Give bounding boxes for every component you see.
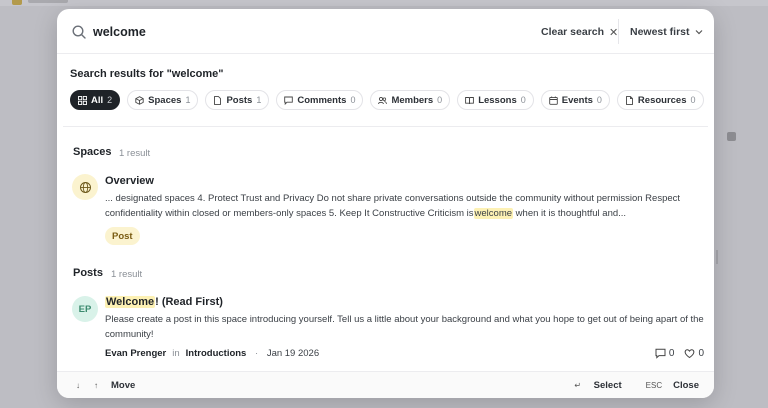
move-hint: ↓ ↑ Move [71,378,135,392]
toolbar-divider [618,19,619,44]
post-reactions: 0 0 [655,348,704,359]
background-icon [727,132,736,141]
filter-label: Posts [226,94,253,106]
esc-key: ESC [645,380,663,390]
move-label: Move [111,379,136,391]
comment-count[interactable]: 0 [655,348,675,359]
section-count-posts: 1 result [111,269,143,280]
book-icon [465,96,475,104]
cube-icon [135,95,144,105]
arrow-down-icon: ↓ [76,380,80,390]
filter-members[interactable]: Members 0 [370,90,451,110]
search-input[interactable] [93,22,393,42]
filter-count: 2 [107,95,113,105]
background-title [28,0,68,3]
grid-icon [78,95,87,105]
filter-label: Spaces [148,94,182,106]
clear-search-label: Clear search [541,26,605,38]
close-label: Close [673,379,699,391]
filter-all[interactable]: All 2 [70,90,121,110]
search-highlight: welcome [473,208,514,219]
author-name[interactable]: Evan Prenger [105,348,166,359]
comment-icon [284,96,294,105]
result-title: Overview [105,175,154,187]
filter-count: 0 [437,95,443,105]
avatar: EP [72,296,98,322]
filter-label: Events [561,94,593,106]
filter-tabs: All 2 Spaces 1 Posts 1 Comments 0 Member… [70,90,704,110]
filter-comments[interactable]: Comments 0 [276,90,364,110]
result-title: Welcome! (Read First) [105,296,223,308]
sort-label: Newest first [630,26,690,38]
like-count[interactable]: 0 [684,348,704,359]
filter-count: 0 [350,95,356,105]
filter-spaces[interactable]: Spaces 1 [127,90,199,110]
filter-count: 0 [520,95,526,105]
globe-icon-glyph [79,181,91,193]
action-hints: ↵ Select ESC Close [571,378,699,392]
select-label: Select [593,379,622,391]
like-count-value: 0 [698,348,704,359]
arrow-up-icon: ↑ [94,380,98,390]
result-snippet: ... designated spaces 4. Protect Trust a… [105,191,705,221]
close-icon: ✕ [609,26,619,39]
results-list: Spaces 1 result Overview ... designated … [63,126,708,366]
filter-posts[interactable]: Posts 1 [205,90,270,110]
section-title-spaces: Spaces [73,146,112,158]
results-heading: Search results for "welcome" [70,68,224,80]
chevron-down-icon [695,30,702,35]
meta-separator: · [252,348,261,359]
filter-label: All [91,94,104,106]
background-logo [12,0,22,5]
in-label: in [172,348,180,359]
section-title-posts: Posts [73,267,103,279]
space-link[interactable]: Introductions [186,348,247,359]
title-rest: ! (Read First) [155,296,223,308]
sort-dropdown[interactable]: Newest first [630,23,703,41]
heart-icon [685,349,695,359]
search-modal: Clear search ✕ Newest first Search resul… [57,9,714,398]
filter-events[interactable]: Events 0 [540,90,610,110]
search-highlight: Welcome [105,296,156,308]
calendar-icon [548,96,558,105]
keyboard-hints: ↓ ↑ Move ↵ Select ESC Close [57,371,714,398]
section-count-spaces: 1 result [119,148,151,159]
globe-icon [72,174,98,200]
post-tag: Post [105,227,140,245]
result-snippet: Please create a post in this space intro… [105,314,704,340]
members-icon [378,96,388,104]
post-date: Jan 19 2026 [266,348,320,359]
background-divider [716,250,718,264]
post-meta: Evan Prenger in Introductions · Jan 19 2… [105,348,319,359]
search-icon [72,25,86,39]
file-icon [625,95,633,105]
filter-resources[interactable]: Resources 0 [616,90,704,110]
clear-search-button[interactable]: Clear search ✕ [541,23,618,41]
search-bar: Clear search ✕ Newest first [57,9,714,54]
enter-key-icon: ↵ [574,380,582,390]
filter-label: Members [391,94,434,106]
snippet-text: when it is thoughtful and... [513,208,627,219]
filter-label: Lessons [478,94,517,106]
filter-count: 0 [690,95,696,105]
comment-count-value: 0 [668,348,675,359]
filter-lessons[interactable]: Lessons 0 [457,90,534,110]
filter-count: 1 [256,95,262,105]
document-icon [214,95,222,105]
filter-label: Resources [637,94,687,106]
comment-icon [655,348,666,359]
background-header [0,0,768,6]
filter-label: Comments [297,94,347,106]
filter-count: 1 [185,95,191,105]
filter-count: 0 [596,95,602,105]
